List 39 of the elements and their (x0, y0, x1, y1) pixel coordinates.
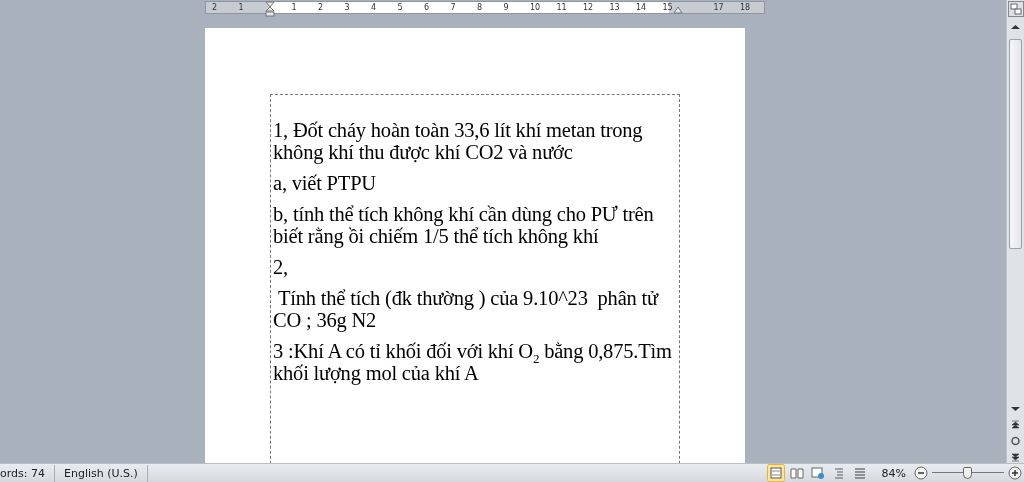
ruler-number: 1 (238, 2, 244, 13)
indent-marker-icon[interactable] (673, 6, 683, 14)
paragraph: Tính thể tích (đk thường ) của 9.10^23 phân tử CO ; 36g N2 (273, 287, 660, 331)
ruler[interactable]: 2 1 1 2 3 4 5 6 7 8 9 10 11 12 13 14 15 17 18 (205, 1, 765, 14)
ruler-number: 2 (318, 2, 324, 13)
scrollbar-thumb[interactable] (1009, 39, 1022, 249)
ruler-number: 12 (583, 2, 594, 13)
ruler-number: 15 (662, 2, 673, 13)
paragraph: 1, Đốt cháy hoàn toàn 33,6 lít khí metan trong không khí thu được khí CO2 và nước (273, 119, 644, 163)
paragraph: 2, (273, 256, 289, 278)
ruler-number: 11 (556, 2, 567, 13)
print-layout-icon[interactable] (766, 464, 785, 482)
ruler-number: 1 (291, 2, 297, 13)
zoom-level[interactable]: 84% (881, 466, 906, 480)
zoom-in-icon[interactable] (1008, 466, 1022, 480)
zoom-slider-thumb[interactable] (963, 467, 972, 479)
ruler-number: 7 (450, 2, 456, 13)
ruler-number: 5 (397, 2, 403, 13)
ruler-toggle-icon[interactable] (1007, 1, 1024, 17)
web-layout-icon[interactable] (808, 464, 827, 482)
ruler-number: 13 (609, 2, 620, 13)
ruler-number: 14 (636, 2, 647, 13)
select-browse-object-icon[interactable] (1008, 435, 1023, 447)
ruler-number: 3 (344, 2, 350, 13)
language-indicator[interactable]: English (U.S.) (64, 464, 148, 482)
ruler-number: 2 (212, 2, 218, 13)
ruler-number: 6 (424, 2, 430, 13)
ruler-number: 10 (530, 2, 541, 13)
paragraph: b, tính thể tích không khí cần dùng cho PƯ trên biết rằng ồi chiếm 1/5 thể tích không khí (273, 203, 655, 247)
indent-marker-icon[interactable] (265, 1, 275, 17)
ruler-number: 8 (477, 2, 483, 13)
paragraph: a, viết PTPU (273, 172, 377, 194)
paragraph: 3 :Khí A có tỉ khối đối với khí O$_{2}$ bằng 0,875.Tìm khối lượng mol của khí A (273, 340, 673, 384)
ruler-number: 9 (503, 2, 509, 13)
word-count[interactable]: ords: 74 (0, 464, 55, 482)
zoom-out-icon[interactable] (914, 466, 928, 480)
ruler-number: 4 (371, 2, 377, 13)
ruler-number: 17 (713, 2, 724, 13)
ruler-number: 18 (740, 2, 751, 13)
